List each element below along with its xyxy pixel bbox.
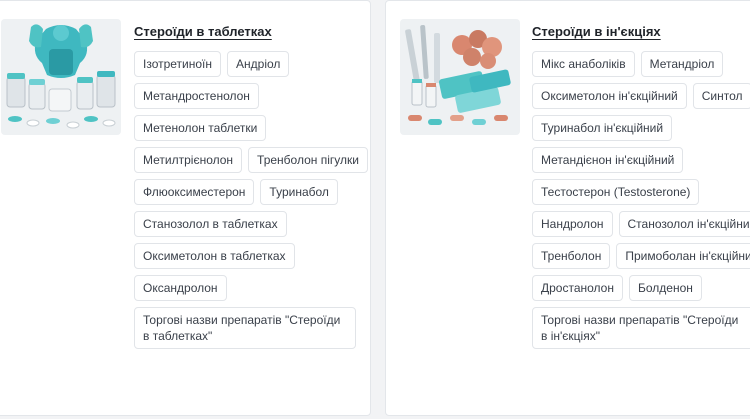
tag-list-tablets: Ізотретиноїн Андріол Метандростенолон Ме… [134,51,368,349]
tag-link[interactable]: Станозолол ін'єкційний [618,211,750,237]
tag-link-trade-names[interactable]: Торгові назви препаратів "Стероїди в ін'… [532,307,750,349]
tag-link[interactable]: Оксиметолон в таблетках [134,243,295,269]
tag-link[interactable]: Туринабол [260,179,338,205]
category-title-tablets[interactable]: Стероїди в таблетках [134,24,272,39]
tag-link[interactable]: Оксандролон [134,275,227,301]
category-card-tablets: Стероїди в таблетках Ізотретиноїн Андріо… [0,0,371,416]
tag-link[interactable]: Оксиметолон ін'єкційний [532,83,687,109]
tag-link[interactable]: Примоболан ін'єкційний [616,243,750,269]
category-title-injections[interactable]: Стероїди в ін'єкціях [532,24,661,39]
tag-link[interactable]: Метилтрієнолон [134,147,243,173]
category-image-tablets[interactable] [1,19,121,135]
tag-link[interactable]: Болденон [628,275,702,301]
tag-link[interactable]: Метенолон таблетки [134,115,267,141]
tag-link[interactable]: Станозолол в таблетках [134,211,287,237]
category-content-injections: Стероїди в ін'єкціях Мікс анаболіків Мет… [532,23,750,349]
tag-link[interactable]: Тестостерон (Testosterone) [532,179,700,205]
tag-link[interactable]: Метандростенолон [134,83,259,109]
tag-link[interactable]: Ізотретиноїн [134,51,222,77]
muscular-figure-with-pill-bottles-icon [1,19,121,135]
tag-link[interactable]: Мікс анаболіків [532,51,635,77]
injection-vials-and-pills-icon [400,19,520,135]
tag-link[interactable]: Дростанолон [532,275,623,301]
category-card-injections: Стероїди в ін'єкціях Мікс анаболіків Мет… [385,0,750,416]
tag-link[interactable]: Туринабол ін'єкційний [532,115,673,141]
tag-link-trade-names[interactable]: Торгові назви препаратів "Стероїди в таб… [134,307,356,349]
tag-link[interactable]: Нандролон [532,211,613,237]
tag-link[interactable]: Метандріол [640,51,724,77]
category-content-tablets: Стероїди в таблетках Ізотретиноїн Андріо… [134,23,368,349]
tag-link[interactable]: Тренболон пігулки [248,147,368,173]
tag-list-injections: Мікс анаболіків Метандріол Оксиметолон і… [532,51,750,349]
tag-link[interactable]: Синтол [692,83,750,109]
tag-link[interactable]: Флюоксиместерон [134,179,255,205]
tag-link[interactable]: Андріол [227,51,290,77]
category-image-injections[interactable] [400,19,520,135]
tag-link[interactable]: Тренболон [532,243,611,269]
tag-link[interactable]: Метандієнон ін'єкційний [532,147,684,173]
